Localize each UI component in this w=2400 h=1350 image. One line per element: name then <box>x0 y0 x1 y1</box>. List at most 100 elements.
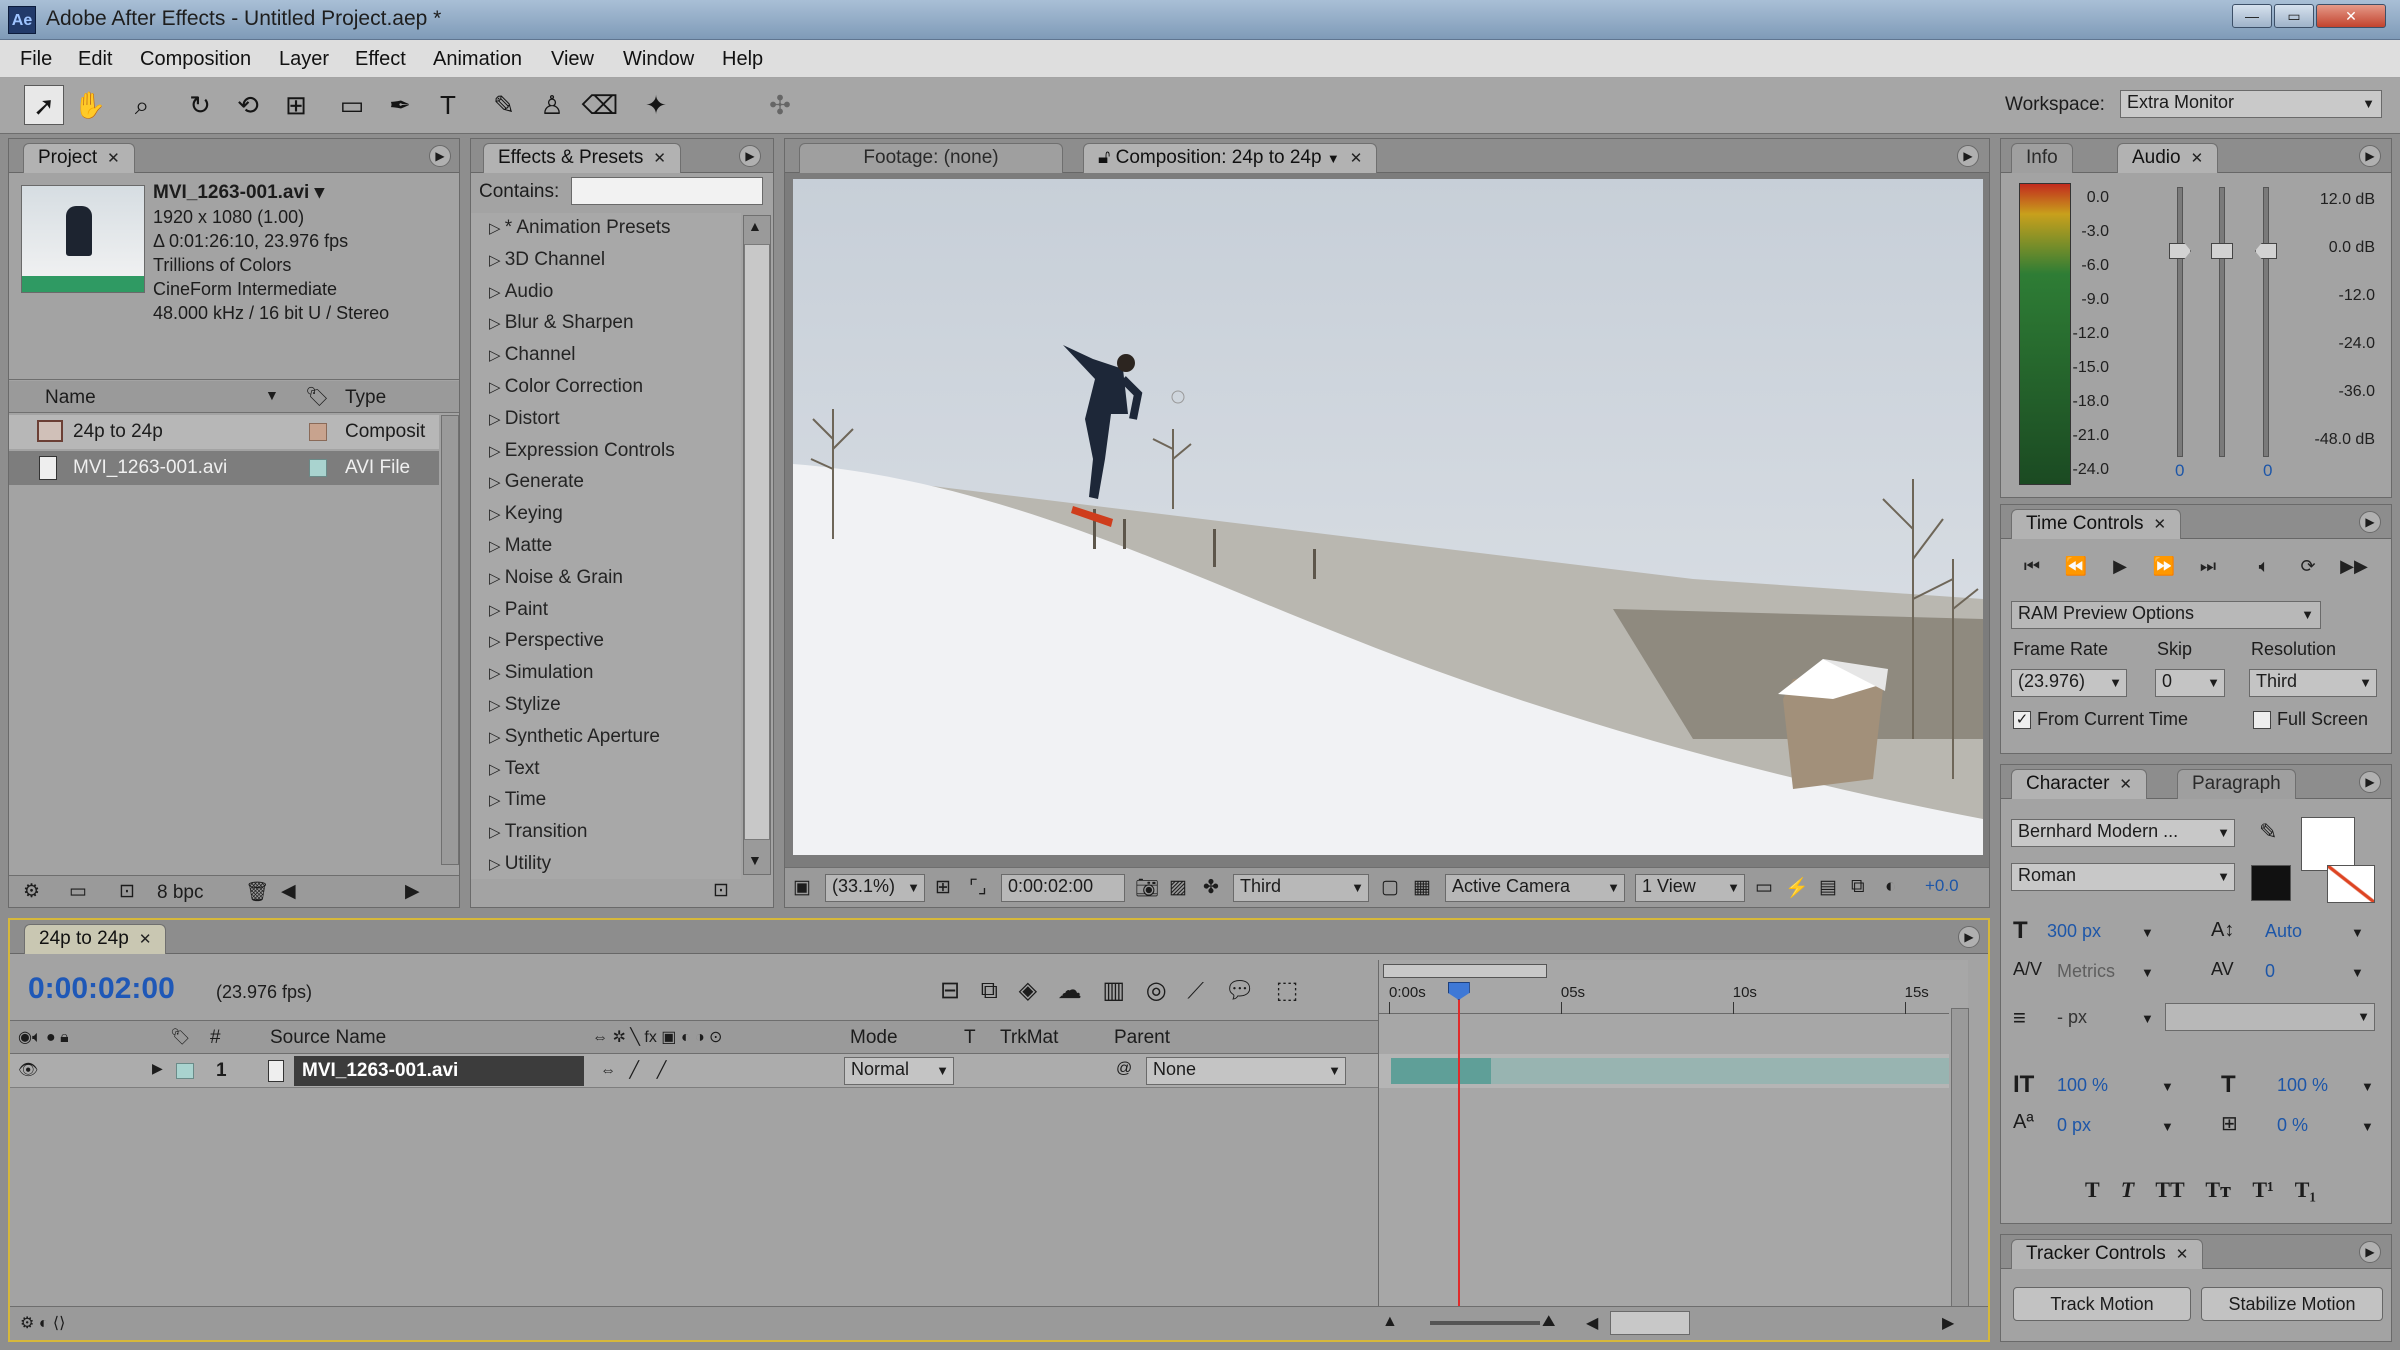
time-graph[interactable]: 0:00s 05s 10s 15s <box>1378 960 1969 1340</box>
region-of-interest-icon[interactable]: ▢ <box>1381 876 1399 899</box>
effects-category-item[interactable]: ▷ Perspective <box>489 630 604 652</box>
tab-timeline[interactable]: 24p to 24p ✕ <box>24 924 167 954</box>
column-type[interactable]: Type <box>345 387 386 409</box>
chevron-down-icon[interactable]: ▼ <box>2161 1079 2174 1094</box>
column-number[interactable]: # <box>210 1027 221 1049</box>
tab-info[interactable]: Info <box>2011 143 2073 173</box>
magnification-select[interactable]: (33.1%) ▼ <box>825 874 925 902</box>
column-parent[interactable]: Parent <box>1114 1027 1170 1049</box>
close-icon[interactable]: ✕ <box>2154 516 2167 533</box>
fast-previews-icon[interactable]: ⚡ <box>1785 876 1809 900</box>
expand-triangle-icon[interactable]: ▷ <box>489 824 505 841</box>
bpc-label[interactable]: 8 bpc <box>157 882 203 904</box>
level-slider-center[interactable] <box>2211 243 2233 259</box>
effects-category-item[interactable]: ▷ Color Correction <box>489 376 643 398</box>
chevron-down-icon[interactable]: ▼ <box>2351 965 2364 980</box>
label-color-swatch[interactable] <box>309 459 327 477</box>
black-color-swatch[interactable] <box>2251 865 2291 901</box>
project-item-row[interactable]: MVI_1263-001.avi AVI File <box>9 451 439 485</box>
expand-triangle-icon[interactable]: ▷ <box>489 506 505 523</box>
close-icon[interactable]: ✕ <box>107 150 120 167</box>
loop-icon[interactable]: ⟳ <box>2293 551 2323 581</box>
tracking-value[interactable]: 0 <box>2265 961 2275 982</box>
scroll-left-icon[interactable]: ◀ <box>1586 1313 1598 1333</box>
graph-editor-icon[interactable]: ⟋ <box>1187 977 1204 1004</box>
expand-triangle-icon[interactable]: ▷ <box>489 856 505 873</box>
expand-layer-icon[interactable]: ▶ <box>152 1060 163 1077</box>
column-name[interactable]: Name <box>45 387 96 409</box>
menu-view[interactable]: View <box>551 48 594 71</box>
tsume-value[interactable]: 0 % <box>2277 1115 2308 1136</box>
puppet-pin-icon[interactable]: ✦ <box>636 85 676 125</box>
layer-name[interactable]: MVI_1263-001.avi <box>294 1056 584 1086</box>
expand-triangle-icon[interactable]: ▷ <box>489 474 505 491</box>
new-folder-icon[interactable]: ▭ <box>69 880 87 903</box>
column-source-name[interactable]: Source Name <box>270 1027 386 1049</box>
faux-bold-button[interactable]: T <box>2085 1177 2099 1202</box>
last-frame-icon[interactable]: ⏭ <box>2193 551 2223 581</box>
slider-value-right[interactable]: 0 <box>2263 461 2272 481</box>
always-preview-icon[interactable]: ▣ <box>793 876 811 899</box>
mask-visibility-icon[interactable]: ⌜⌟ <box>969 876 987 899</box>
column-t[interactable]: T <box>964 1027 976 1049</box>
panel-menu-icon[interactable]: ▶ <box>1957 145 1979 167</box>
shy-layers-icon[interactable]: ☁ <box>1058 977 1082 1004</box>
from-current-time-checkbox[interactable]: ✓ <box>2013 711 2031 729</box>
kerning-value[interactable]: Metrics <box>2057 961 2115 982</box>
horizontal-scale-value[interactable]: 100 % <box>2277 1075 2328 1096</box>
av-features-icon[interactable]: ◉🔈︎ ● 🔒︎ <box>18 1027 69 1047</box>
expand-triangle-icon[interactable]: ▷ <box>489 443 505 460</box>
interpret-footage-icon[interactable]: ⚙ <box>23 880 40 903</box>
font-size-value[interactable]: 300 px <box>2047 921 2101 942</box>
panel-menu-icon[interactable]: ▶ <box>2359 511 2381 533</box>
expand-triangle-icon[interactable]: ▷ <box>489 347 505 364</box>
menu-help[interactable]: Help <box>722 48 763 71</box>
motion-blur-icon[interactable]: ◎ <box>1146 977 1167 1004</box>
chevron-down-icon[interactable]: ▼ <box>2141 965 2154 980</box>
current-time-field[interactable]: 0:00:02:00 <box>1001 874 1125 902</box>
expand-triangle-icon[interactable]: ▷ <box>489 792 505 809</box>
minimize-button[interactable]: — <box>2232 4 2272 28</box>
camera-view-select[interactable]: Active Camera ▼ <box>1445 874 1625 902</box>
expand-triangle-icon[interactable]: ▷ <box>489 602 505 619</box>
layer-switches-icons[interactable]: ⇔ ✲ ╲ fx ▣ ◐ ◑ ⊙ <box>592 1027 722 1047</box>
zoom-icon[interactable]: ⌕ <box>122 85 162 125</box>
effects-category-item[interactable]: ▷ * Animation Presets <box>489 217 671 239</box>
chevron-down-icon[interactable]: ▼ <box>2141 925 2154 940</box>
resolution-select[interactable]: Third ▼ <box>1233 874 1369 902</box>
all-caps-button[interactable]: TT <box>2155 1177 2184 1202</box>
tab-footage[interactable]: Footage: (none) <box>799 143 1063 173</box>
vertical-scale-value[interactable]: 100 % <box>2057 1075 2108 1096</box>
effects-category-item[interactable]: ▷ Blur & Sharpen <box>489 312 634 334</box>
superscript-button[interactable]: T¹ <box>2252 1177 2273 1202</box>
tab-time-controls[interactable]: Time Controls ✕ <box>2011 509 2182 539</box>
panel-menu-icon[interactable]: ▶ <box>739 145 761 167</box>
menu-edit[interactable]: Edit <box>78 48 112 71</box>
slider-track-center[interactable] <box>2219 187 2225 457</box>
work-area-bar[interactable] <box>1383 964 1547 978</box>
flowchart-icon[interactable]: ⧉ <box>1851 876 1865 898</box>
selection-icon[interactable]: ➚ <box>24 85 64 125</box>
layer-duration-bar-remainder[interactable] <box>1491 1058 1949 1084</box>
effects-category-item[interactable]: ▷ Time <box>489 789 546 811</box>
project-item-row[interactable]: 24p to 24p Composit <box>9 415 439 449</box>
scroll-down-icon[interactable]: ▼ <box>748 852 762 868</box>
expand-triangle-icon[interactable]: ▷ <box>489 379 505 396</box>
expand-triangle-icon[interactable]: ▷ <box>489 411 505 428</box>
project-scrollbar[interactable] <box>441 415 459 865</box>
layer-row[interactable]: 👁︎ ▶ 1 MVI_1263-001.avi ⇔ ╱ ╱ Normal ▼ @ … <box>10 1054 1378 1088</box>
exposure-value[interactable]: +0.0 <box>1925 876 1959 896</box>
effects-category-item[interactable]: ▷ Expression Controls <box>489 440 675 462</box>
effects-search-input[interactable] <box>571 177 763 205</box>
ram-preview-options-select[interactable]: RAM Preview Options ▼ <box>2011 601 2321 629</box>
effects-category-item[interactable]: ▷ Synthetic Aperture <box>489 726 660 748</box>
effects-category-item[interactable]: ▷ Transition <box>489 821 587 843</box>
timeline-timecode[interactable]: 0:00:02:00 <box>28 972 175 1006</box>
audio-toggle-icon[interactable]: 🔈︎ <box>2249 551 2279 581</box>
snapshot-icon[interactable]: 📷︎ <box>1135 876 1159 900</box>
brainstorm-icon[interactable]: 💬︎ <box>1225 977 1255 1004</box>
label-color-swatch[interactable] <box>176 1063 194 1079</box>
timeline-horizontal-scroll-thumb[interactable] <box>1610 1311 1690 1335</box>
chevron-down-icon[interactable]: ▼ <box>2161 1119 2174 1134</box>
panel-menu-icon[interactable]: ▶ <box>1958 926 1980 948</box>
